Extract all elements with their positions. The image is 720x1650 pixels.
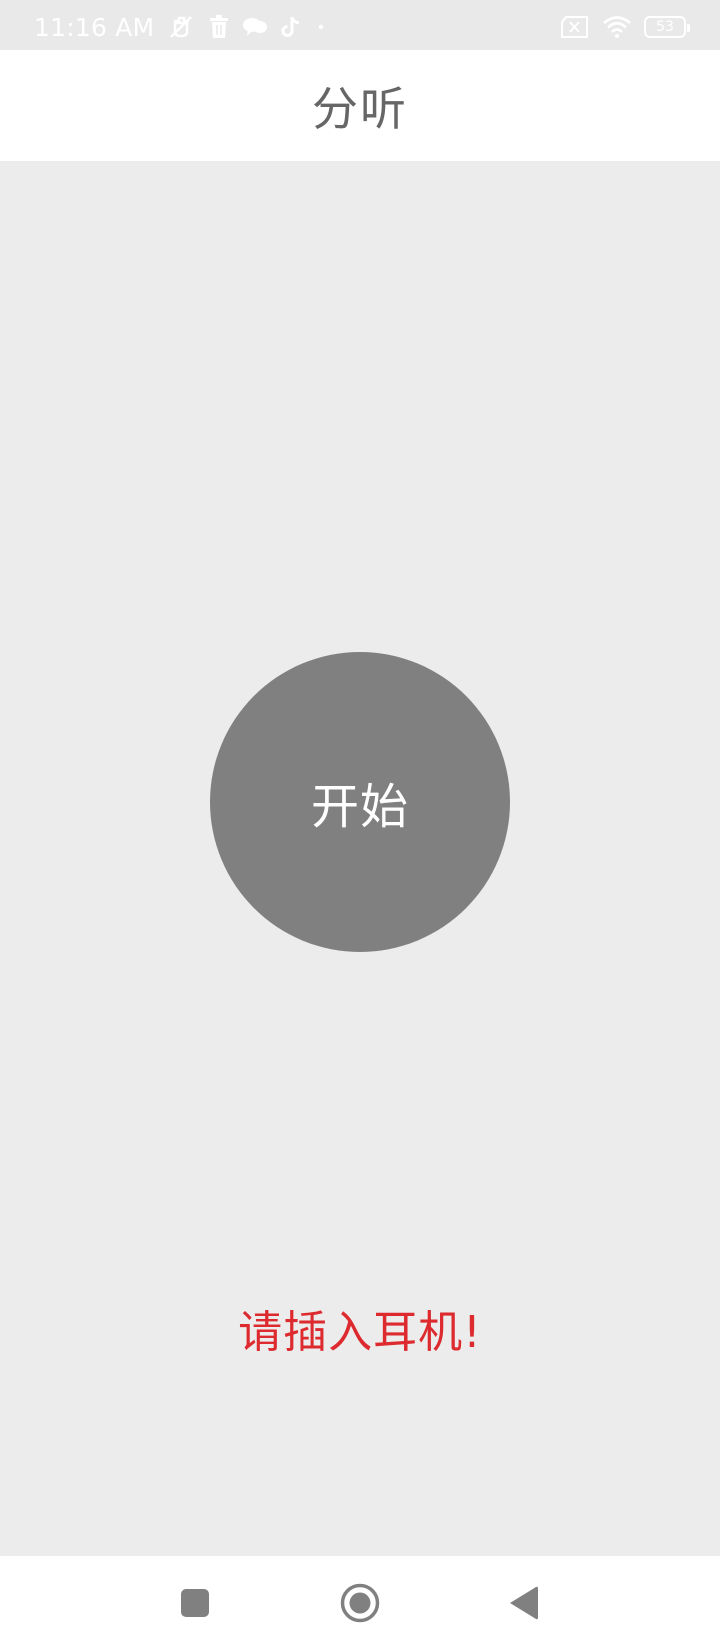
delete-icon: [208, 15, 230, 39]
status-right: 53: [560, 11, 690, 43]
dot-icon: [314, 20, 328, 34]
navigation-bar: [0, 1556, 720, 1650]
sim-off-icon: [560, 15, 590, 39]
tiktok-icon: [280, 15, 302, 39]
page-title: 分听: [312, 81, 408, 136]
home-button[interactable]: [328, 1571, 392, 1635]
back-button[interactable]: [491, 1571, 555, 1635]
recent-apps-button[interactable]: [163, 1571, 227, 1635]
status-time: 11:16 AM: [34, 12, 155, 42]
app-bar: 分听: [0, 50, 720, 161]
mute-icon: [166, 14, 196, 40]
screen: 11:16 AM 53 分听 开始 请插入耳机!: [0, 0, 720, 1650]
home-icon: [340, 1583, 380, 1623]
recent-apps-icon: [181, 1589, 209, 1617]
back-icon: [510, 1586, 538, 1620]
start-button-label: 开始: [310, 779, 409, 835]
status-left: 11:16 AM: [34, 10, 328, 44]
battery-icon: 53: [644, 16, 690, 38]
battery-level: 53: [656, 19, 674, 35]
insert-headphones-hint: 请插入耳机!: [238, 1307, 482, 1358]
status-bar: 11:16 AM 53: [0, 0, 720, 50]
cloud-icon: [242, 16, 268, 38]
start-button[interactable]: 开始: [210, 652, 510, 952]
wifi-icon: [602, 15, 632, 39]
